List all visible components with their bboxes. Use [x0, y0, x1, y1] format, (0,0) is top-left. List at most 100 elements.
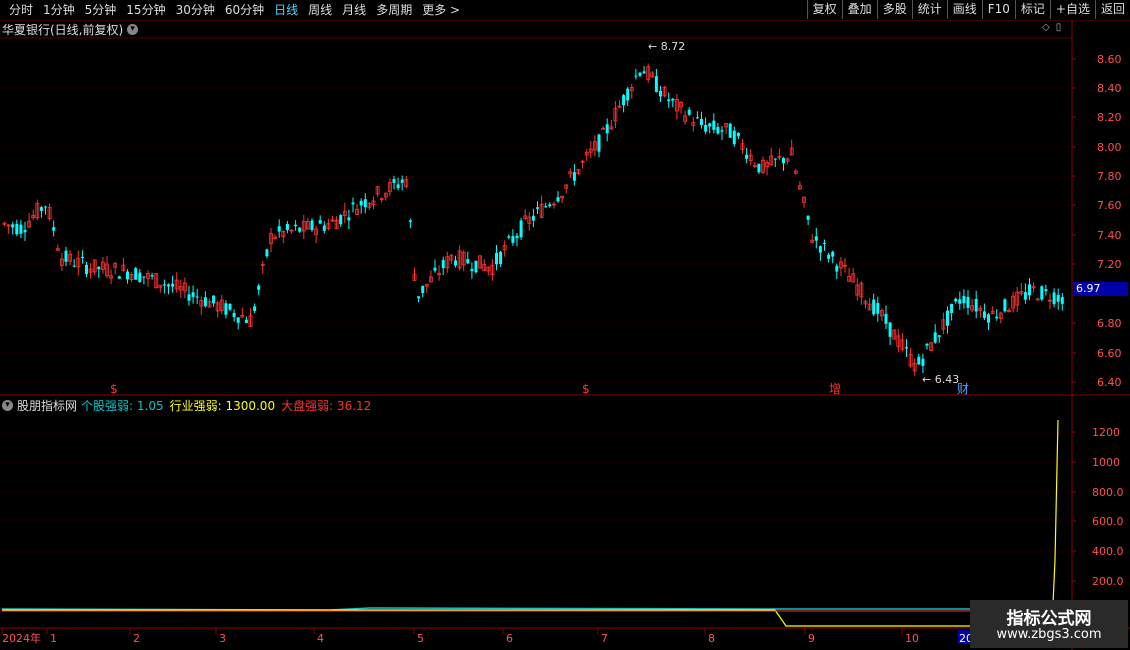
candle-body [39, 207, 43, 211]
candle-body [392, 179, 396, 183]
candle-body [310, 220, 314, 230]
candle-body [687, 109, 691, 115]
candle-body [232, 312, 236, 318]
toolbar-button-0[interactable]: 复权 [806, 0, 842, 19]
candle-body [301, 221, 306, 232]
candle-body [539, 203, 544, 218]
y-tick-label: 7.40 [1097, 229, 1122, 242]
event-marker-0: $ [110, 382, 118, 396]
candle-body [101, 261, 105, 270]
period-tab-4[interactable]: 30分钟 [171, 2, 220, 18]
period-tab-1[interactable]: 1分钟 [38, 2, 80, 18]
candle-body [113, 263, 118, 268]
ind-tick-label: 800.0 [1092, 486, 1124, 499]
candle-body [355, 208, 360, 215]
panel-toggle-icon[interactable]: ▯ [1056, 22, 1062, 33]
candle-body [884, 313, 888, 324]
candle-body [318, 220, 322, 224]
candle-body [80, 256, 84, 259]
period-tab-5[interactable]: 60分钟 [220, 2, 269, 18]
candle-body [835, 265, 839, 272]
y-tick-label: 7.20 [1097, 258, 1122, 271]
toolbar-button-4[interactable]: 画线 [946, 0, 982, 19]
candle-body [178, 285, 183, 291]
toolbar-button-2[interactable]: 多股 [876, 0, 912, 19]
candle-body [334, 219, 339, 230]
chart-corner-icons: ◇ ▯ [1042, 22, 1061, 33]
ind-tick-label: 600.0 [1092, 515, 1124, 528]
candle-body [987, 314, 990, 323]
kline-chart[interactable]: ← 8.72 ← 6.43 $ $ 增 财 8.60 8.40 8.20 8.00 7.80 7.6… [0, 0, 1130, 650]
candle-body [383, 192, 388, 198]
period-tab-10[interactable]: 更多 > [417, 2, 465, 18]
candle-body [802, 196, 806, 203]
toolbar-button-3[interactable]: 统计 [911, 0, 947, 19]
candle-body [495, 252, 498, 265]
candle-body [285, 223, 289, 231]
candle-body [609, 126, 614, 130]
candle-body [314, 228, 319, 235]
toolbar-button-5[interactable]: F10 [981, 0, 1015, 19]
candle-body [691, 122, 696, 126]
candle-body [478, 255, 483, 269]
stock-strength-line [1, 607, 1055, 611]
candle-body [888, 322, 892, 337]
candle-body [371, 200, 376, 205]
candle-body [765, 162, 769, 168]
candle-body [408, 220, 412, 222]
period-tab-2[interactable]: 5分钟 [80, 2, 122, 18]
candle-body [224, 303, 228, 315]
candle-body [704, 124, 708, 132]
period-tab-9[interactable]: 多周期 [371, 2, 417, 18]
candle-body [273, 236, 278, 239]
candle-body [187, 294, 191, 301]
function-buttons: 复权 叠加 多股 统计 画线 F10 标记 +自选 返回 [806, 0, 1130, 19]
candle-body [228, 303, 232, 310]
chevron-down-icon[interactable]: ▾ [127, 23, 139, 35]
period-tabs: 分时 1分钟 5分钟 15分钟 30分钟 60分钟 日线 周线 月线 多周期 更多 > [4, 2, 465, 18]
diamond-icon[interactable]: ◇ [1042, 22, 1050, 33]
candle-body [269, 232, 273, 245]
x-tick-label: 2024年 [2, 631, 41, 645]
candle-body [347, 217, 351, 221]
candle-body [109, 275, 113, 279]
period-tab-7[interactable]: 周线 [303, 2, 337, 18]
indicator-title-bar: ▾ 股朋指标网 个股强弱: 1.05 行业强弱: 1300.00 大盘强弱: 36.… [2, 397, 371, 413]
period-tab-6[interactable]: 日线 [269, 2, 303, 18]
toolbar-button-8[interactable]: 返回 [1094, 0, 1130, 19]
period-tab-0[interactable]: 分时 [4, 2, 38, 18]
candle-body [946, 310, 949, 326]
watermark-url: www.zbgs3.com [996, 627, 1102, 642]
candle-body [330, 219, 335, 222]
candle-body [27, 220, 32, 228]
x-tick-label: 7 [601, 632, 608, 645]
period-tab-8[interactable]: 月线 [337, 2, 371, 18]
candle-body [424, 283, 429, 287]
candle-body [552, 203, 556, 206]
candle-body [138, 272, 142, 283]
toolbar-button-6[interactable]: 标记 [1014, 0, 1050, 19]
x-tick-label: 2 [133, 632, 140, 645]
toolbar-button-7[interactable]: +自选 [1049, 0, 1095, 19]
chevron-down-icon[interactable]: ▾ [2, 399, 13, 411]
candle-body [105, 263, 109, 277]
ind-tick-label: 400.0 [1092, 545, 1124, 558]
low-label: ← 6.43 [922, 373, 959, 386]
candle-body [622, 95, 626, 106]
period-tab-3[interactable]: 15分钟 [121, 2, 170, 18]
candle-body [843, 264, 847, 267]
y-tick-label: 6.60 [1097, 347, 1122, 360]
candle-body [305, 221, 310, 230]
candle-body [675, 99, 679, 112]
candle-body [158, 284, 163, 288]
candle-body [564, 184, 569, 189]
candle-body [732, 130, 736, 145]
candle-body [605, 124, 609, 134]
candle-body [982, 311, 986, 318]
toolbar-button-1[interactable]: 叠加 [841, 0, 877, 19]
candle-body [548, 204, 552, 207]
candle-body [536, 207, 539, 209]
candle-body [667, 99, 671, 102]
y-tick-label: 8.40 [1097, 82, 1122, 95]
candle-body [659, 91, 662, 97]
